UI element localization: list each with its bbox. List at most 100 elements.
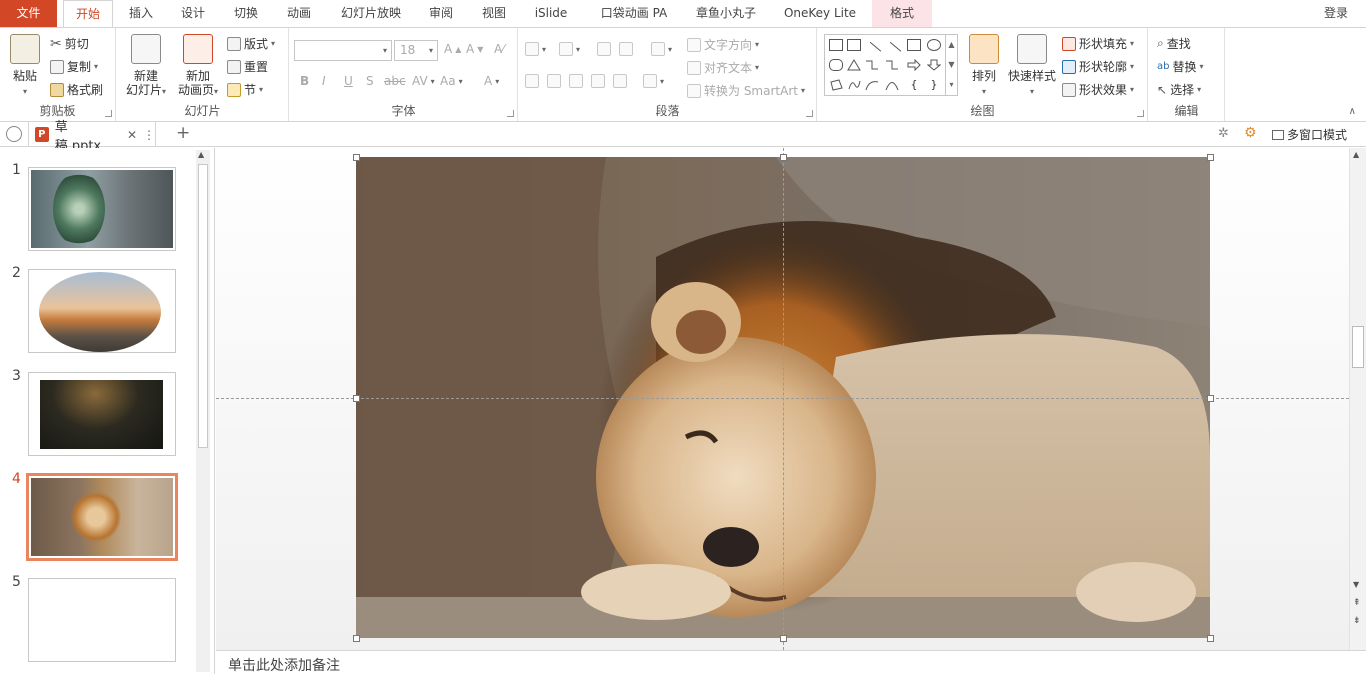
tab-review[interactable]: 审阅	[416, 0, 466, 27]
elbow-connector-icon[interactable]	[865, 59, 879, 71]
resize-handle-bottom[interactable]	[780, 635, 787, 642]
editor-scroll-down-icon[interactable]: ▼	[1353, 580, 1359, 589]
arrange-button[interactable]: 排列 ▾	[966, 34, 1002, 99]
text-direction-button[interactable]: 文字方向 ▾	[687, 36, 759, 53]
slide-thumbnail-3[interactable]	[28, 372, 176, 456]
find-button[interactable]: ⌕ 查找	[1157, 35, 1191, 52]
document-tab[interactable]: P 草稿.pptx ✕ ⋮	[28, 120, 156, 154]
numbering-button[interactable]: ▾	[559, 42, 580, 56]
settings-gear-icon[interactable]: ⚙	[1244, 125, 1257, 141]
new-animation-page-button[interactable]: 新加 动画页▾	[173, 34, 223, 99]
line-shape-icon[interactable]	[862, 41, 882, 61]
grow-font-button[interactable]: A ▲	[444, 42, 461, 56]
font-launcher-icon[interactable]	[507, 110, 514, 117]
tab-zhangyu[interactable]: 章鱼小丸子	[684, 0, 768, 27]
thumbnail-scroll-thumb[interactable]	[198, 164, 208, 448]
notes-pane[interactable]: 单击此处添加备注	[216, 650, 1366, 674]
drawing-launcher-icon[interactable]	[1137, 110, 1144, 117]
triangle-shape-icon[interactable]	[847, 59, 861, 71]
editor-scroll-thumb[interactable]	[1352, 326, 1364, 368]
textbox-shape-icon[interactable]	[829, 39, 843, 51]
shapes-gallery[interactable]: { } ▲ ▼ ▾	[824, 34, 958, 96]
font-size-select[interactable]: 18 ▾	[394, 40, 438, 61]
bullets-button[interactable]: ▾	[525, 42, 546, 56]
slide-thumbnail-4-selected[interactable]	[26, 473, 178, 561]
select-button[interactable]: ↖ 选择 ▾	[1157, 81, 1201, 98]
font-color-button[interactable]: A ▾	[484, 74, 499, 88]
shapes-scroll[interactable]: ▲ ▼ ▾	[945, 35, 957, 95]
rounded-rect-shape-icon[interactable]	[829, 59, 843, 71]
slide-thumbnail-5[interactable]	[28, 578, 176, 662]
quick-styles-button[interactable]: 快速样式 ▾	[1006, 34, 1058, 99]
tab-onekey[interactable]: OneKey Lite	[776, 0, 864, 27]
format-painter-button[interactable]: 格式刷	[50, 81, 103, 98]
rectangle-shape-icon[interactable]	[907, 39, 921, 51]
arc-shape-icon[interactable]	[885, 79, 899, 91]
align-right-button[interactable]	[569, 74, 583, 88]
oval-shape-icon[interactable]	[927, 39, 941, 51]
font-family-select[interactable]: ▾	[294, 40, 392, 61]
tab-animations[interactable]: 动画	[274, 0, 324, 27]
slide-thumbnail-1[interactable]	[28, 167, 176, 251]
slide-thumbnail-2[interactable]	[28, 269, 176, 353]
underline-button[interactable]: U	[344, 74, 353, 88]
line-spacing-button[interactable]: ▾	[651, 42, 672, 56]
align-text-button[interactable]: 对齐文本 ▾	[687, 59, 759, 76]
reset-button[interactable]: 重置	[227, 58, 268, 75]
paste-button[interactable]: 粘贴 ▾	[6, 34, 44, 99]
resize-handle-top[interactable]	[780, 154, 787, 161]
increase-indent-button[interactable]	[619, 42, 633, 56]
shadow-button[interactable]: S	[366, 74, 374, 88]
close-tab-icon[interactable]: ✕	[127, 128, 137, 142]
columns-button[interactable]: ▾	[643, 74, 664, 88]
decrease-indent-button[interactable]	[597, 42, 611, 56]
resize-handle-top-left[interactable]	[353, 154, 360, 161]
tab-insert[interactable]: 插入	[116, 0, 166, 27]
editor-vertical-scrollbar[interactable]: ▲ ▼ ⇞ ⇟	[1349, 148, 1366, 650]
resize-handle-bottom-right[interactable]	[1207, 635, 1214, 642]
clear-format-icon[interactable]: A⁄	[494, 42, 504, 56]
align-center-button[interactable]	[547, 74, 561, 88]
resize-handle-top-right[interactable]	[1207, 154, 1214, 161]
justify-button[interactable]	[591, 74, 605, 88]
thumbnail-scrollbar[interactable]: ▲	[196, 150, 210, 672]
shape-outline-button[interactable]: 形状轮廓 ▾	[1062, 58, 1134, 75]
bold-button[interactable]: B	[300, 74, 309, 88]
pin-icon[interactable]: ✲	[1218, 126, 1229, 141]
section-button[interactable]: 节 ▾	[227, 81, 263, 98]
tab-menu-icon[interactable]: ⋮	[143, 128, 155, 142]
previous-slide-icon[interactable]: ⇞	[1353, 598, 1361, 608]
shape-effects-button[interactable]: 形状效果 ▾	[1062, 81, 1134, 98]
right-brace-shape-icon[interactable]: }	[927, 79, 941, 91]
strikethrough-button[interactable]: abc	[384, 74, 406, 88]
shrink-font-button[interactable]: A ▼	[466, 42, 483, 56]
home-tab-icon[interactable]	[6, 126, 22, 142]
login-link[interactable]: 登录	[1324, 0, 1348, 27]
elbow-arrow-icon[interactable]	[885, 59, 899, 71]
next-slide-icon[interactable]: ⇟	[1353, 616, 1361, 626]
tab-transitions[interactable]: 切换	[221, 0, 271, 27]
change-case-button[interactable]: Aa ▾	[440, 74, 463, 88]
tab-view[interactable]: 视图	[469, 0, 519, 27]
resize-handle-bottom-left[interactable]	[353, 635, 360, 642]
multi-window-button[interactable]: 多窗口模式	[1272, 126, 1347, 143]
char-spacing-button[interactable]: AV ▾	[412, 74, 435, 88]
scroll-up-icon[interactable]: ▲	[198, 150, 204, 159]
left-brace-shape-icon[interactable]: {	[907, 79, 921, 91]
tab-pocket-animation[interactable]: 口袋动画 PA	[586, 0, 682, 27]
shape-fill-button[interactable]: 形状填充 ▾	[1062, 35, 1134, 52]
curve-shape-icon[interactable]	[865, 79, 879, 91]
resize-handle-right[interactable]	[1207, 395, 1214, 402]
tab-home[interactable]: 开始	[63, 0, 113, 28]
resize-handle-left[interactable]	[353, 395, 360, 402]
layout-button[interactable]: 版式 ▾	[227, 35, 275, 52]
cut-button[interactable]: ✂ 剪切	[50, 35, 89, 52]
vertical-textbox-shape-icon[interactable]	[847, 39, 861, 51]
italic-button[interactable]: I	[322, 74, 326, 88]
right-arrow-shape-icon[interactable]	[907, 58, 921, 72]
new-slide-button[interactable]: 新建 幻灯片▾	[121, 34, 171, 99]
collapse-ribbon-icon[interactable]: ∧	[1349, 106, 1356, 117]
tab-islide[interactable]: iSlide	[524, 0, 578, 27]
down-arrow-shape-icon[interactable]	[926, 59, 942, 71]
tab-format[interactable]: 格式	[872, 0, 932, 27]
